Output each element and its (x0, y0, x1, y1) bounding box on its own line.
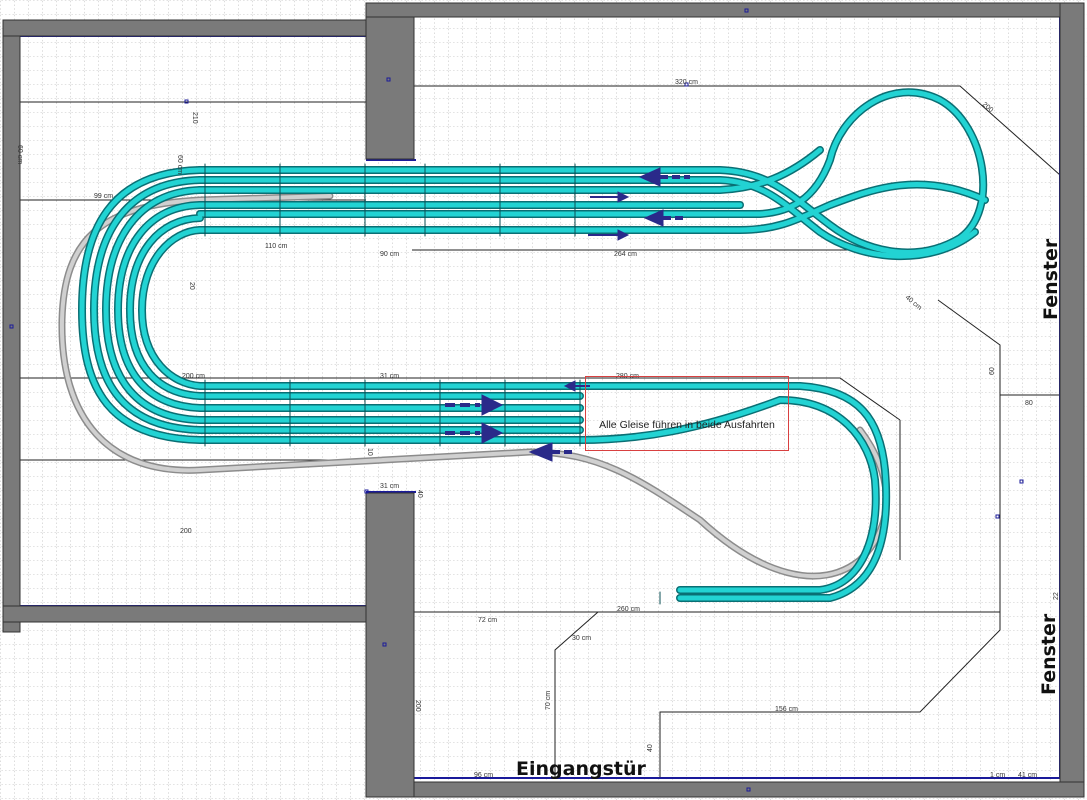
window-label-bottom: Fenster (1038, 613, 1060, 695)
dimension-label: 31 cm (380, 373, 399, 380)
dimension-label: 96 cm (474, 772, 493, 779)
dimension-label: 60 cm (16, 145, 23, 164)
dimension-label: 60 cm (176, 155, 183, 174)
dimension-label: 20 (188, 282, 195, 290)
wall-middle-lower (365, 492, 415, 798)
dimension-label: 70 cm (545, 691, 552, 710)
layout-plan: 320 cm 210 60 cm 99 cm 110 cm 60 cm 264 … (0, 0, 1087, 800)
dimension-label: 10 (366, 448, 373, 456)
wall-left (2, 19, 21, 633)
dimension-label: 200 (180, 528, 192, 535)
dimension-label: 31 cm (380, 483, 399, 490)
entrance-label: Eingangstür (516, 758, 646, 780)
window-label-top: Fenster (1040, 238, 1062, 320)
wall-top-left (2, 19, 367, 37)
dimension-label: 110 cm (265, 243, 288, 250)
dimension-label: 210 (191, 112, 198, 124)
dimension-label: 40 (416, 490, 423, 498)
dimension-label: 156 cm (775, 706, 798, 713)
dimension-label: 60 (989, 367, 996, 375)
dimension-label: 320 cm (675, 79, 698, 86)
dimension-label: 1 cm (990, 772, 1005, 779)
dimension-label: 40 (647, 744, 654, 752)
wall-top (365, 2, 1085, 18)
dimension-label: 80 (1025, 400, 1033, 407)
dimension-label: 22 (1053, 592, 1060, 600)
dimension-label: 30 cm (572, 635, 591, 642)
annotation-box: Alle Gleise führen in beide Ausfahrten (585, 376, 789, 451)
dimension-label: 264 cm (614, 251, 637, 258)
dimension-label: 41 cm (1018, 772, 1037, 779)
dimension-label: 90 cm (380, 251, 399, 258)
wall-bottom-left (2, 605, 367, 623)
dimension-label: 99 cm (94, 193, 113, 200)
dimension-label: 72 cm (478, 617, 497, 624)
dimension-label: 260 cm (617, 606, 640, 613)
wall-right (1059, 2, 1085, 798)
dimension-label: 200 (414, 700, 421, 712)
wall-bottom (413, 781, 1085, 798)
annotation-text: Alle Gleise führen in beide Ausfahrten (599, 419, 775, 431)
dimension-label: 200 cm (182, 373, 205, 380)
